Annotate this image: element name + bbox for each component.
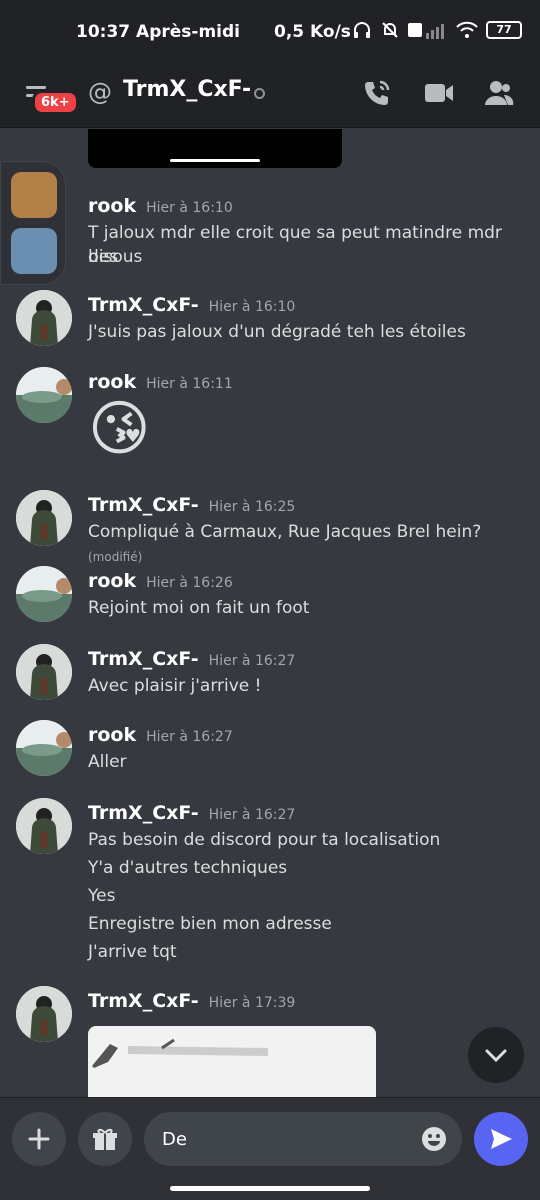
message-text: Compliqué à Carmaux, Rue Jacques Brel he… xyxy=(88,520,528,569)
message-input-wrapper xyxy=(144,1112,462,1166)
message-timestamp: Hier à 16:27 xyxy=(208,807,296,823)
attachment-image xyxy=(92,1038,269,1068)
gift-icon xyxy=(93,1128,117,1150)
message-input[interactable] xyxy=(162,1124,412,1154)
avatar[interactable] xyxy=(16,644,72,700)
emoji-icon[interactable] xyxy=(420,1125,448,1153)
message-author-row: TrmX_CxF- Hier à 16:27 xyxy=(88,802,295,824)
message-text: Aller xyxy=(88,752,127,772)
menu-icon xyxy=(26,86,46,89)
status-icons: 77 xyxy=(352,20,522,40)
avatar-image xyxy=(16,644,72,700)
image-attachment[interactable] xyxy=(88,1026,376,1097)
message-timestamp: Hier à 16:25 xyxy=(208,499,296,515)
headphones-icon xyxy=(354,22,370,38)
message-text: Avec plaisir j'arrive ! xyxy=(88,676,262,696)
message-author-row: rook Hier à 16:27 xyxy=(88,724,233,746)
message-timestamp: Hier à 16:26 xyxy=(146,575,233,591)
message-text: Enregistre bien mon adresse xyxy=(88,914,332,934)
message-author[interactable]: rook xyxy=(88,724,136,746)
at-icon: @ xyxy=(88,78,112,106)
message-author[interactable]: TrmX_CxF- xyxy=(88,990,199,1012)
avatar[interactable] xyxy=(16,798,72,854)
embed-bar xyxy=(170,159,260,162)
signal-icon xyxy=(408,23,444,39)
message-timestamp: Hier à 16:10 xyxy=(208,299,296,315)
notification-badge: 6k+ xyxy=(32,90,79,115)
message-text: bisous xyxy=(88,247,143,267)
avatar-image xyxy=(16,798,72,854)
send-icon xyxy=(491,1129,512,1149)
video-embed[interactable] xyxy=(88,129,342,168)
message-timestamp: Hier à 16:11 xyxy=(146,376,233,392)
message-text: J'arrive tqt xyxy=(88,942,177,962)
kiss-emoji: 😘 xyxy=(88,394,151,464)
video-call-icon[interactable] xyxy=(424,78,454,108)
offline-status-icon xyxy=(254,88,265,99)
avatar[interactable] xyxy=(16,490,72,546)
battery-icon: 77 xyxy=(486,21,522,39)
avatar-image xyxy=(16,490,72,546)
message-text: Rejoint moi on fait un foot xyxy=(88,598,310,618)
message-text-content: Compliqué à Carmaux, Rue Jacques Brel he… xyxy=(88,522,482,542)
message-author-row: TrmX_CxF- Hier à 17:39 xyxy=(88,990,295,1012)
message-text: J'suis pas jaloux d'un dégradé teh les é… xyxy=(88,322,466,342)
floating-bubbles[interactable] xyxy=(0,161,66,285)
bell-off-icon xyxy=(382,22,398,38)
avatar-image xyxy=(16,720,72,776)
send-button[interactable] xyxy=(474,1112,528,1166)
avatar[interactable] xyxy=(16,986,72,1042)
message-author-row: TrmX_CxF- Hier à 16:25 xyxy=(88,494,295,516)
avatar-image xyxy=(16,290,72,346)
avatar-image xyxy=(16,986,72,1042)
chat-header xyxy=(0,66,540,128)
bubble-icon[interactable] xyxy=(11,172,57,218)
edited-label: (modifié) xyxy=(88,550,143,564)
message-author[interactable]: rook xyxy=(88,570,136,592)
status-time: 10:37 Après-midi xyxy=(76,22,240,42)
message-author[interactable]: TrmX_CxF- xyxy=(88,802,199,824)
avatar-image xyxy=(16,566,72,622)
avatar-image xyxy=(16,367,72,423)
message-author[interactable]: TrmX_CxF- xyxy=(88,648,199,670)
message-author[interactable]: TrmX_CxF- xyxy=(88,294,199,316)
message-author[interactable]: rook xyxy=(88,371,136,393)
message-author-row: rook Hier à 16:26 xyxy=(88,570,233,592)
message-text: Y'a d'autres techniques xyxy=(88,858,288,878)
avatar[interactable] xyxy=(16,367,72,423)
message-author[interactable]: TrmX_CxF- xyxy=(88,494,199,516)
page-title: TrmX_CxF- xyxy=(123,77,252,102)
avatar[interactable] xyxy=(16,290,72,346)
message-author-row: TrmX_CxF- Hier à 16:27 xyxy=(88,648,295,670)
add-attachment-button[interactable] xyxy=(12,1112,66,1166)
scroll-to-bottom-button[interactable] xyxy=(468,1027,524,1083)
message-author-row: TrmX_CxF- Hier à 16:10 xyxy=(88,294,295,316)
avatar[interactable] xyxy=(16,566,72,622)
message-timestamp: Hier à 17:39 xyxy=(208,995,296,1011)
voice-call-icon[interactable] xyxy=(362,78,392,108)
message-list[interactable]: rook Hier à 16:10 T jaloux mdr elle croit… xyxy=(0,129,540,1097)
message-author[interactable]: rook xyxy=(88,195,136,217)
network-speed: 0,5 Ko/s xyxy=(274,22,351,42)
avatar[interactable] xyxy=(16,720,72,776)
message-text: Yes xyxy=(88,886,116,906)
home-indicator xyxy=(170,1186,370,1191)
plus-icon xyxy=(28,1128,50,1150)
wifi-icon xyxy=(456,21,478,38)
message-composer xyxy=(0,1097,540,1200)
members-icon[interactable] xyxy=(484,78,514,108)
message-timestamp: Hier à 16:27 xyxy=(146,729,233,745)
chevron-down-icon xyxy=(485,1049,507,1063)
message-author-row: rook Hier à 16:11 xyxy=(88,371,233,393)
message-timestamp: Hier à 16:10 xyxy=(146,200,233,216)
message-text: Pas besoin de discord pour ta localisati… xyxy=(88,830,441,850)
status-bar: 10:37 Après-midi 0,5 Ko/s 77 xyxy=(0,0,540,66)
message-timestamp: Hier à 16:27 xyxy=(208,653,296,669)
message-author-row: rook Hier à 16:10 xyxy=(88,195,233,217)
bubble-icon[interactable] xyxy=(11,228,57,274)
gift-button[interactable] xyxy=(78,1112,132,1166)
